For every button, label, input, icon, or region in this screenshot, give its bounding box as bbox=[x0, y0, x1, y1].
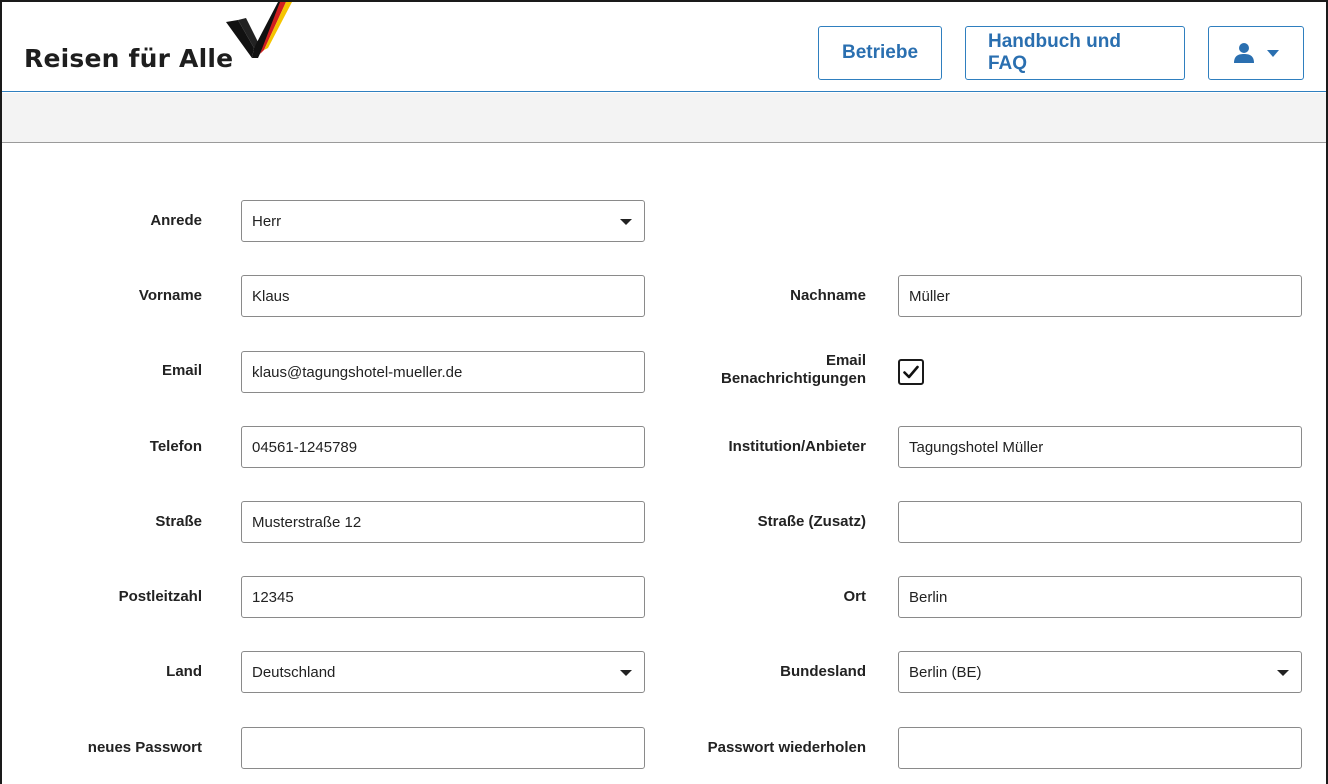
top-header: Reisen für Alle Betriebe Handbuch und FA… bbox=[2, 2, 1326, 92]
postleitzahl-label: Postleitzahl bbox=[118, 588, 202, 605]
institution-label: Institution/Anbieter bbox=[728, 438, 867, 455]
nachname-label: Nachname bbox=[790, 287, 866, 304]
email-notifications-label-line2: Benachrichtigungen bbox=[720, 370, 866, 387]
user-icon bbox=[1234, 43, 1254, 63]
telefon-value: 04561-1245789 bbox=[252, 438, 358, 456]
chevron-down-icon bbox=[620, 219, 632, 225]
email-notifications-label-line1: Email bbox=[825, 352, 866, 369]
chevron-down-icon bbox=[620, 670, 632, 676]
ort-value: Berlin bbox=[909, 588, 948, 606]
land-value: Deutschland bbox=[252, 663, 336, 681]
email-input[interactable]: klaus@tagungshotel-mueller.de bbox=[241, 351, 645, 393]
ort-input[interactable]: Berlin bbox=[898, 576, 1302, 618]
email-value: klaus@tagungshotel-mueller.de bbox=[252, 363, 463, 381]
brand-name: Reisen für Alle bbox=[24, 44, 234, 73]
email-notifications-label: Email Benachrichtigungen bbox=[666, 352, 866, 388]
telefon-input[interactable]: 04561-1245789 bbox=[241, 426, 645, 468]
passwort-wiederholen-input[interactable] bbox=[898, 727, 1302, 769]
nachname-input[interactable]: Müller bbox=[898, 275, 1302, 317]
vorname-label: Vorname bbox=[138, 287, 202, 304]
neues-passwort-label: neues Passwort bbox=[87, 739, 202, 756]
passwort-wiederholen-label: Passwort wiederholen bbox=[707, 739, 866, 756]
profile-form: Anrede Herr Vorname Klaus Nachname Mülle… bbox=[2, 144, 1326, 784]
email-notifications-checkbox[interactable] bbox=[898, 359, 924, 385]
bundesland-select[interactable]: Berlin (BE) bbox=[898, 651, 1302, 693]
telefon-label: Telefon bbox=[149, 438, 202, 455]
chevron-down-icon bbox=[1277, 670, 1289, 676]
strasse-value: Musterstraße 12 bbox=[252, 513, 362, 531]
anrede-value: Herr bbox=[252, 212, 282, 230]
brand-logo-icon[interactable] bbox=[224, 2, 294, 62]
anrede-label: Anrede bbox=[150, 212, 202, 229]
app-window: Reisen für Alle Betriebe Handbuch und FA… bbox=[0, 0, 1328, 784]
postleitzahl-value: 12345 bbox=[252, 588, 294, 606]
sub-toolbar bbox=[2, 93, 1326, 143]
vorname-input[interactable]: Klaus bbox=[241, 275, 645, 317]
chevron-down-icon bbox=[1267, 49, 1279, 57]
land-label: Land bbox=[166, 663, 202, 680]
bundesland-value: Berlin (BE) bbox=[909, 663, 982, 681]
betriebe-button[interactable]: Betriebe bbox=[818, 26, 942, 80]
checkmark-icon bbox=[903, 365, 919, 379]
institution-input[interactable]: Tagungshotel Müller bbox=[898, 426, 1302, 468]
strasse-zusatz-input[interactable] bbox=[898, 501, 1302, 543]
strasse-input[interactable]: Musterstraße 12 bbox=[241, 501, 645, 543]
ort-label: Ort bbox=[843, 588, 867, 605]
postleitzahl-input[interactable]: 12345 bbox=[241, 576, 645, 618]
nachname-value: Müller bbox=[909, 287, 950, 305]
email-label: Email bbox=[161, 362, 202, 379]
handbuch-faq-button[interactable]: Handbuch und FAQ bbox=[965, 26, 1185, 80]
strasse-label: Straße bbox=[155, 513, 202, 530]
neues-passwort-input[interactable] bbox=[241, 727, 645, 769]
strasse-zusatz-label: Straße (Zusatz) bbox=[757, 513, 866, 530]
vorname-value: Klaus bbox=[252, 287, 290, 305]
land-select[interactable]: Deutschland bbox=[241, 651, 645, 693]
anrede-select[interactable]: Herr bbox=[241, 200, 645, 242]
user-menu-button[interactable] bbox=[1208, 26, 1304, 80]
institution-value: Tagungshotel Müller bbox=[909, 438, 1044, 456]
bundesland-label: Bundesland bbox=[780, 663, 866, 680]
